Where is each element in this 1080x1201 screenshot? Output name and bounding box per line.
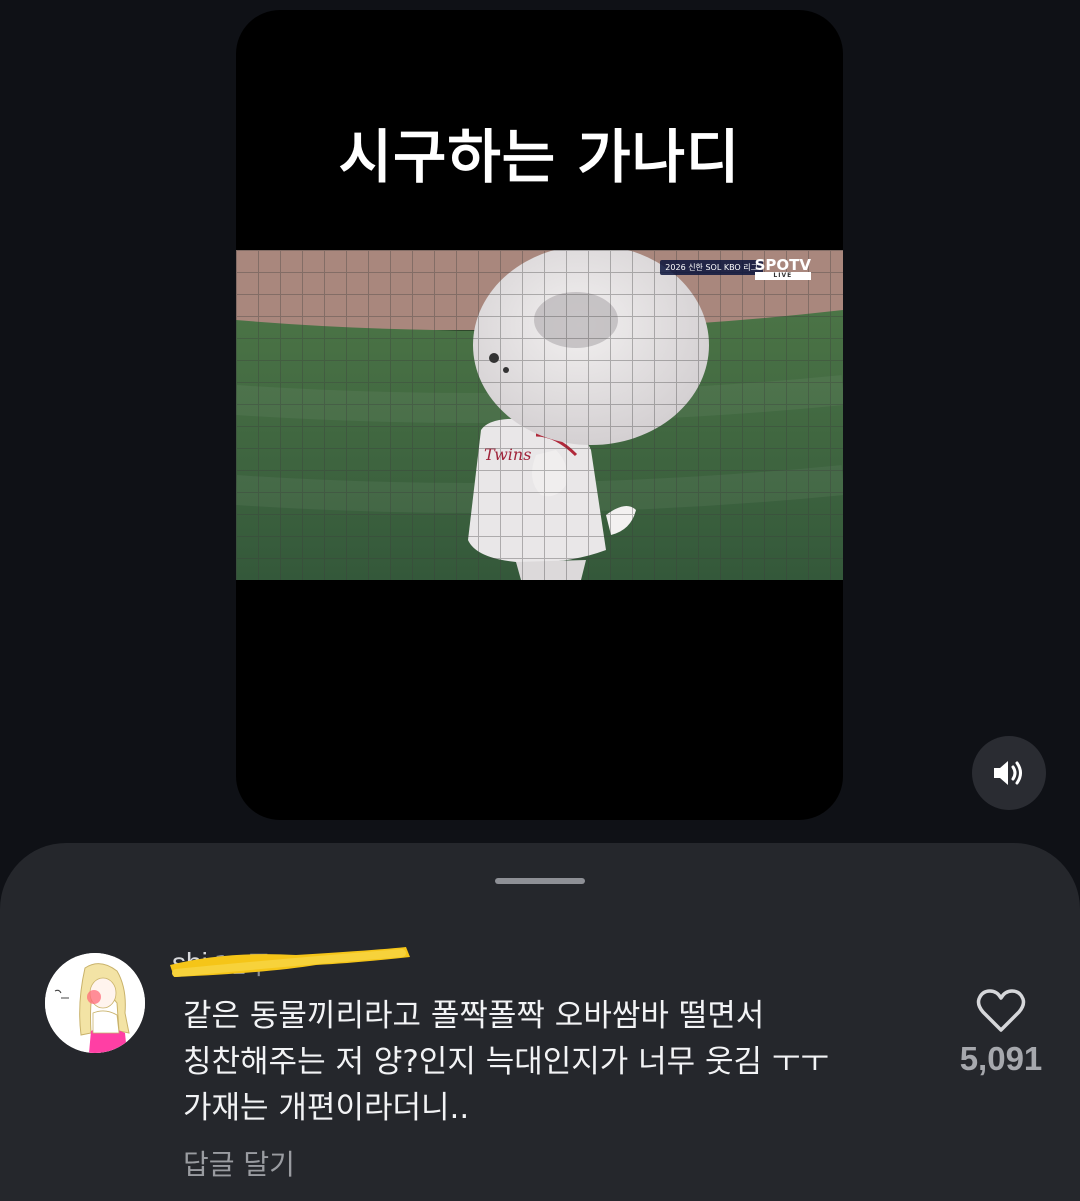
like-count: 5,091	[959, 1040, 1043, 1077]
screen: 시구하는 가나디 2026 신한 SOL KBO 리그 SPOTV LIVE 같…	[0, 0, 1080, 1201]
video-frame[interactable]: Twins 2026 신한 SOL KBO 리그 SPOTV LIVE	[236, 250, 843, 580]
video-still-image: Twins	[236, 250, 843, 580]
sheet-drag-handle[interactable]	[495, 878, 585, 884]
broadcast-badge: 2026 신한 SOL KBO 리그	[660, 260, 763, 275]
avatar-illustration	[45, 953, 145, 1053]
avatar[interactable]	[45, 953, 145, 1053]
comment-line: 같은 동물끼리라고 폴짝폴짝 오바쌈바 떨면서	[183, 998, 765, 1034]
username-wrap[interactable]: shi	[170, 947, 410, 979]
comment-header: shi 11주	[170, 946, 410, 981]
comment-text: 같은 동물끼리라고 폴짝폴짝 오바쌈바 떨면서 칭찬해주는 저 양?인지 늑대인…	[183, 993, 903, 1131]
volume-button[interactable]	[972, 736, 1046, 810]
reply-button[interactable]: 답글 달기	[183, 1143, 295, 1183]
comment-line: 가재는 개편이라더니..	[183, 1090, 470, 1126]
redaction-scribble	[170, 947, 410, 977]
channel-logo: SPOTV LIVE	[754, 258, 811, 280]
comments-sheet: shi 11주 같은 동물끼리라고 폴짝폴짝 오바쌈바 떨면서 칭찬해주는 저 …	[0, 843, 1080, 1201]
video-player[interactable]: 시구하는 가나디 2026 신한 SOL KBO 리그 SPOTV LIVE	[236, 10, 843, 820]
heart-outline-icon[interactable]	[975, 988, 1027, 1034]
comment-line: 칭찬해주는 저 양?인지 늑대인지가 너무 웃김 ㅜㅜ	[183, 1044, 829, 1080]
speaker-volume-icon	[994, 761, 1022, 785]
video-caption: 시구하는 가나디	[338, 123, 741, 191]
